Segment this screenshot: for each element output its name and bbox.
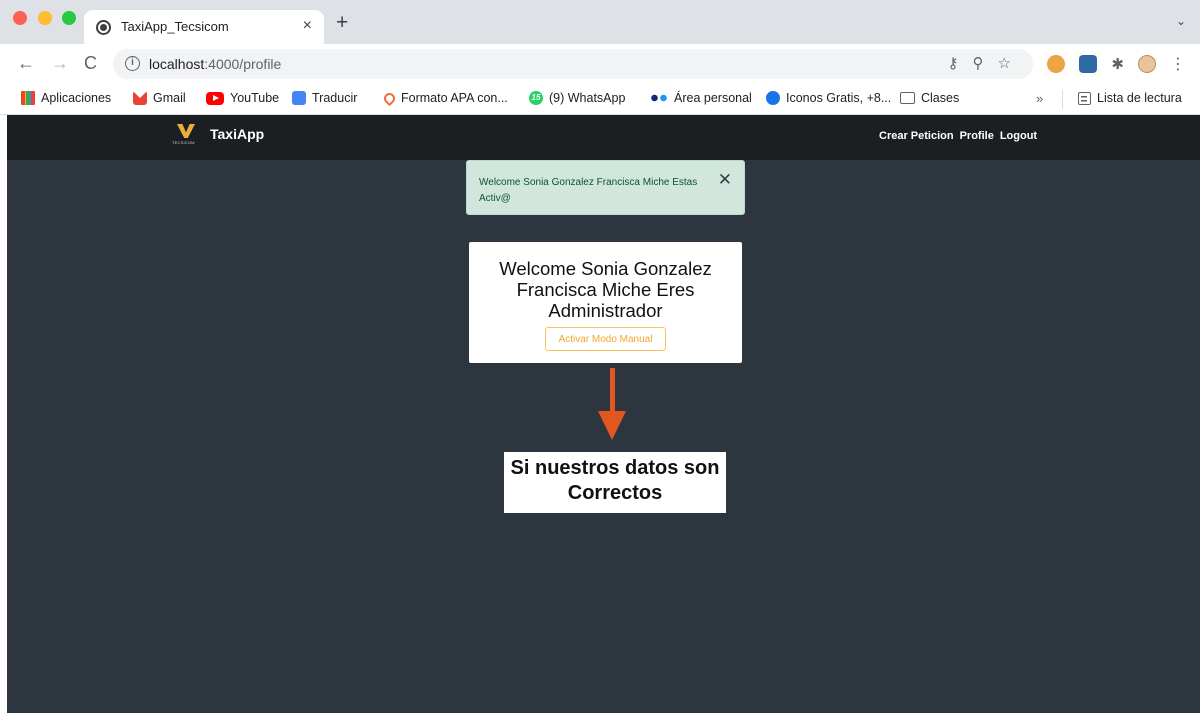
nav-link-logout[interactable]: Logout	[1000, 130, 1037, 142]
reload-button[interactable]: C	[84, 52, 97, 74]
youtube-icon	[206, 91, 224, 105]
extension-pen-icon[interactable]	[1079, 55, 1098, 73]
nav-link-profile[interactable]: Profile	[960, 130, 994, 142]
bookmark-aplicaciones[interactable]: Aplicaciones	[21, 91, 111, 105]
app-navbar: TECSICOM TaxiApp Crear Peticion Profile …	[7, 115, 1200, 160]
profile-avatar-icon[interactable]	[1138, 55, 1156, 73]
address-text[interactable]: localhost:4000/profile	[149, 56, 281, 72]
bookmark-clases[interactable]: Clases	[900, 91, 959, 105]
nav-link-crear-peticion[interactable]: Crear Peticion	[879, 130, 954, 142]
iconos-icon	[766, 91, 780, 105]
bookmarks-divider	[1062, 90, 1063, 109]
folder-icon	[900, 92, 915, 104]
whatsapp-icon: 15	[529, 91, 543, 105]
annotation-box: Si nuestros datos son Correctos	[504, 452, 726, 513]
taxiapp-logo-icon: TECSICOM	[172, 123, 200, 153]
key-icon[interactable]: ⚷	[948, 55, 973, 72]
alert-message: Welcome Sonia Gonzalez Francisca Miche E…	[479, 177, 698, 204]
annotation-arrow-icon	[598, 411, 626, 440]
bookmark-youtube[interactable]: YouTube	[206, 91, 279, 105]
back-button[interactable]: ←	[17, 52, 35, 74]
zoom-icon[interactable]: ⚲	[973, 55, 998, 72]
browser-toolbar: ← → C i localhost:4000/profile ⚷⚲☆ ✱ ⋮	[0, 44, 1200, 84]
new-tab-button[interactable]: +	[336, 12, 348, 33]
puzzle-icon[interactable]: ✱	[1111, 55, 1124, 73]
star-icon[interactable]: ☆	[998, 55, 1025, 72]
brand-link[interactable]: TECSICOM TaxiApp	[172, 123, 264, 153]
bookmarks-overflow-button[interactable]: »	[1036, 91, 1043, 106]
gmail-icon	[133, 91, 147, 105]
welcome-card: Welcome Sonia Gonzalez Francisca Miche E…	[469, 242, 742, 363]
nav-links: Crear Peticion Profile Logout	[879, 130, 1037, 142]
browser-tab-active[interactable]: TaxiApp_Tecsicom ×	[84, 10, 324, 44]
welcome-title: Welcome Sonia Gonzalez Francisca Miche E…	[499, 258, 712, 321]
forward-button[interactable]: →	[51, 52, 69, 74]
extension-avatar-icon[interactable]	[1047, 55, 1066, 73]
alert-close-icon[interactable]: ✕	[718, 170, 732, 190]
annotation-text: Si nuestros datos son Correctos	[510, 457, 720, 504]
tab-close-icon[interactable]: ×	[303, 16, 312, 36]
dots-icon	[650, 94, 668, 102]
bookmarks-bar: Aplicaciones Gmail YouTube Traducir Form…	[0, 84, 1200, 115]
apa-icon	[381, 90, 398, 106]
bookmark-formato-apa[interactable]: Formato APA con...	[381, 90, 508, 106]
kebab-menu-icon[interactable]: ⋮	[1170, 54, 1186, 74]
page-viewport: TECSICOM TaxiApp Crear Peticion Profile …	[7, 115, 1200, 713]
translate-icon	[292, 91, 306, 105]
reading-list-icon	[1078, 91, 1091, 105]
success-alert: Welcome Sonia Gonzalez Francisca Miche E…	[466, 160, 745, 215]
apps-grid-icon	[21, 91, 35, 105]
globe-icon	[96, 20, 111, 35]
bookmark-whatsapp[interactable]: 15 (9) WhatsApp	[529, 91, 625, 105]
site-info-icon[interactable]: i	[125, 56, 140, 71]
annotation-arrow-shaft	[610, 368, 615, 412]
window-close-button[interactable]	[13, 11, 27, 25]
activar-modo-manual-button[interactable]: Activar Modo Manual	[545, 327, 666, 351]
tab-search-icon[interactable]: ⌄	[1176, 14, 1186, 28]
window-maximize-button[interactable]	[62, 11, 76, 25]
extensions-area: ✱ ⋮	[1047, 54, 1186, 74]
bookmark-iconos-gratis[interactable]: Iconos Gratis, +8...	[766, 91, 891, 105]
omnibox-actions: ⚷⚲☆	[948, 54, 1025, 72]
address-bar[interactable]: i localhost:4000/profile ⚷⚲☆	[113, 49, 1033, 79]
tab-title: TaxiApp_Tecsicom	[121, 19, 229, 34]
reading-list-button[interactable]: Lista de lectura	[1078, 91, 1182, 105]
bookmark-gmail[interactable]: Gmail	[133, 91, 186, 105]
browser-tabstrip: TaxiApp_Tecsicom × + ⌄	[0, 0, 1200, 44]
window-minimize-button[interactable]	[38, 11, 52, 25]
bookmark-traducir[interactable]: Traducir	[292, 91, 357, 105]
bookmark-area-personal[interactable]: Área personal	[650, 91, 752, 105]
brand-name: TaxiApp	[210, 126, 265, 142]
